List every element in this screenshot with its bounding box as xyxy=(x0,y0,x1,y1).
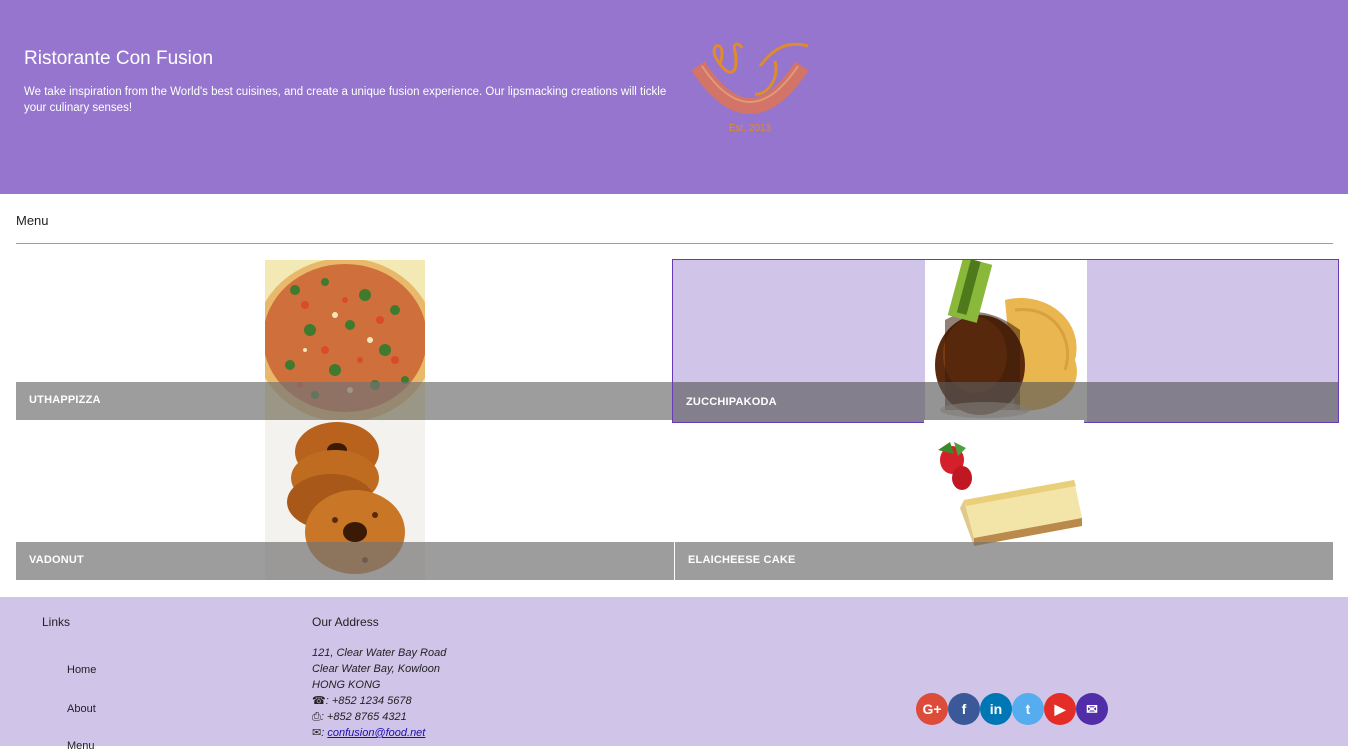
footer-address: 121, Clear Water Bay Road Clear Water Ba… xyxy=(312,645,446,741)
google-plus-icon[interactable]: G+ xyxy=(916,693,948,725)
facebook-icon[interactable]: f xyxy=(948,693,980,725)
youtube-icon[interactable]: ▶ xyxy=(1044,693,1076,725)
menu-divider xyxy=(16,243,1333,244)
email-line: ✉: confusion@food.net xyxy=(312,727,426,739)
logo-est-text: Est. 2013 xyxy=(729,123,772,134)
menu-item-zucchipakoda[interactable]: ZUCCHIPAKODA xyxy=(672,259,1339,423)
menu-item-caption-bar: UTHAPPIZZA xyxy=(16,382,674,420)
menu-item-caption-bar: ELAICHEESE CAKE xyxy=(675,542,1333,580)
footer-link-home[interactable]: Home xyxy=(67,664,96,676)
envelope-icon: ✉ xyxy=(312,727,322,739)
fax-line: ⎙: +852 8765 4321 xyxy=(312,711,407,723)
menu-item-name: UTHAPPIZZA xyxy=(29,394,101,406)
jumbotron: Ristorante Con Fusion We take inspiratio… xyxy=(0,0,1348,194)
brand-description: We take inspiration from the World's bes… xyxy=(24,86,667,114)
phone-icon: ☎ xyxy=(312,695,326,707)
footer-address-title: Our Address xyxy=(312,615,379,629)
menu-item-name: ZUCCHIPAKODA xyxy=(686,396,777,408)
menu-item-caption-bar: VADONUT xyxy=(16,542,674,580)
menu-item-name: VADONUT xyxy=(29,554,84,566)
email-link[interactable]: confusion@food.net xyxy=(327,727,425,739)
address-line: Clear Water Bay, Kowloon xyxy=(312,663,440,675)
twitter-icon[interactable]: t xyxy=(1012,693,1044,725)
footer-link-menu[interactable]: Menu xyxy=(67,740,95,752)
brand-title: Ristorante Con Fusion xyxy=(24,48,214,69)
menu-item-elaicheese-cake[interactable]: ELAICHEESE CAKE xyxy=(675,420,1333,580)
footer-link-about[interactable]: About xyxy=(67,703,96,715)
menu-item-caption-bar: ZUCCHIPAKODA xyxy=(673,382,1338,422)
menu-item-uthappizza[interactable]: UTHAPPIZZA xyxy=(16,260,674,420)
restaurant-logo: Est. 2013 xyxy=(691,42,809,134)
menu-heading: Menu xyxy=(16,213,49,228)
fax-icon: ⎙ xyxy=(312,711,321,723)
menu-item-name: ELAICHEESE CAKE xyxy=(688,554,796,566)
mail-icon[interactable]: ✉ xyxy=(1076,693,1108,725)
footer-links-title: Links xyxy=(42,615,71,629)
phone-line: ☎: +852 1234 5678 xyxy=(312,695,412,707)
address-line: HONG KONG xyxy=(312,679,381,691)
linkedin-icon[interactable]: in xyxy=(980,693,1012,725)
address-line: 121, Clear Water Bay Road xyxy=(312,647,447,659)
footer: Links Home About Menu Our Address 121, C… xyxy=(0,597,1348,752)
menu-item-vadonut[interactable]: VADONUT xyxy=(16,420,674,580)
